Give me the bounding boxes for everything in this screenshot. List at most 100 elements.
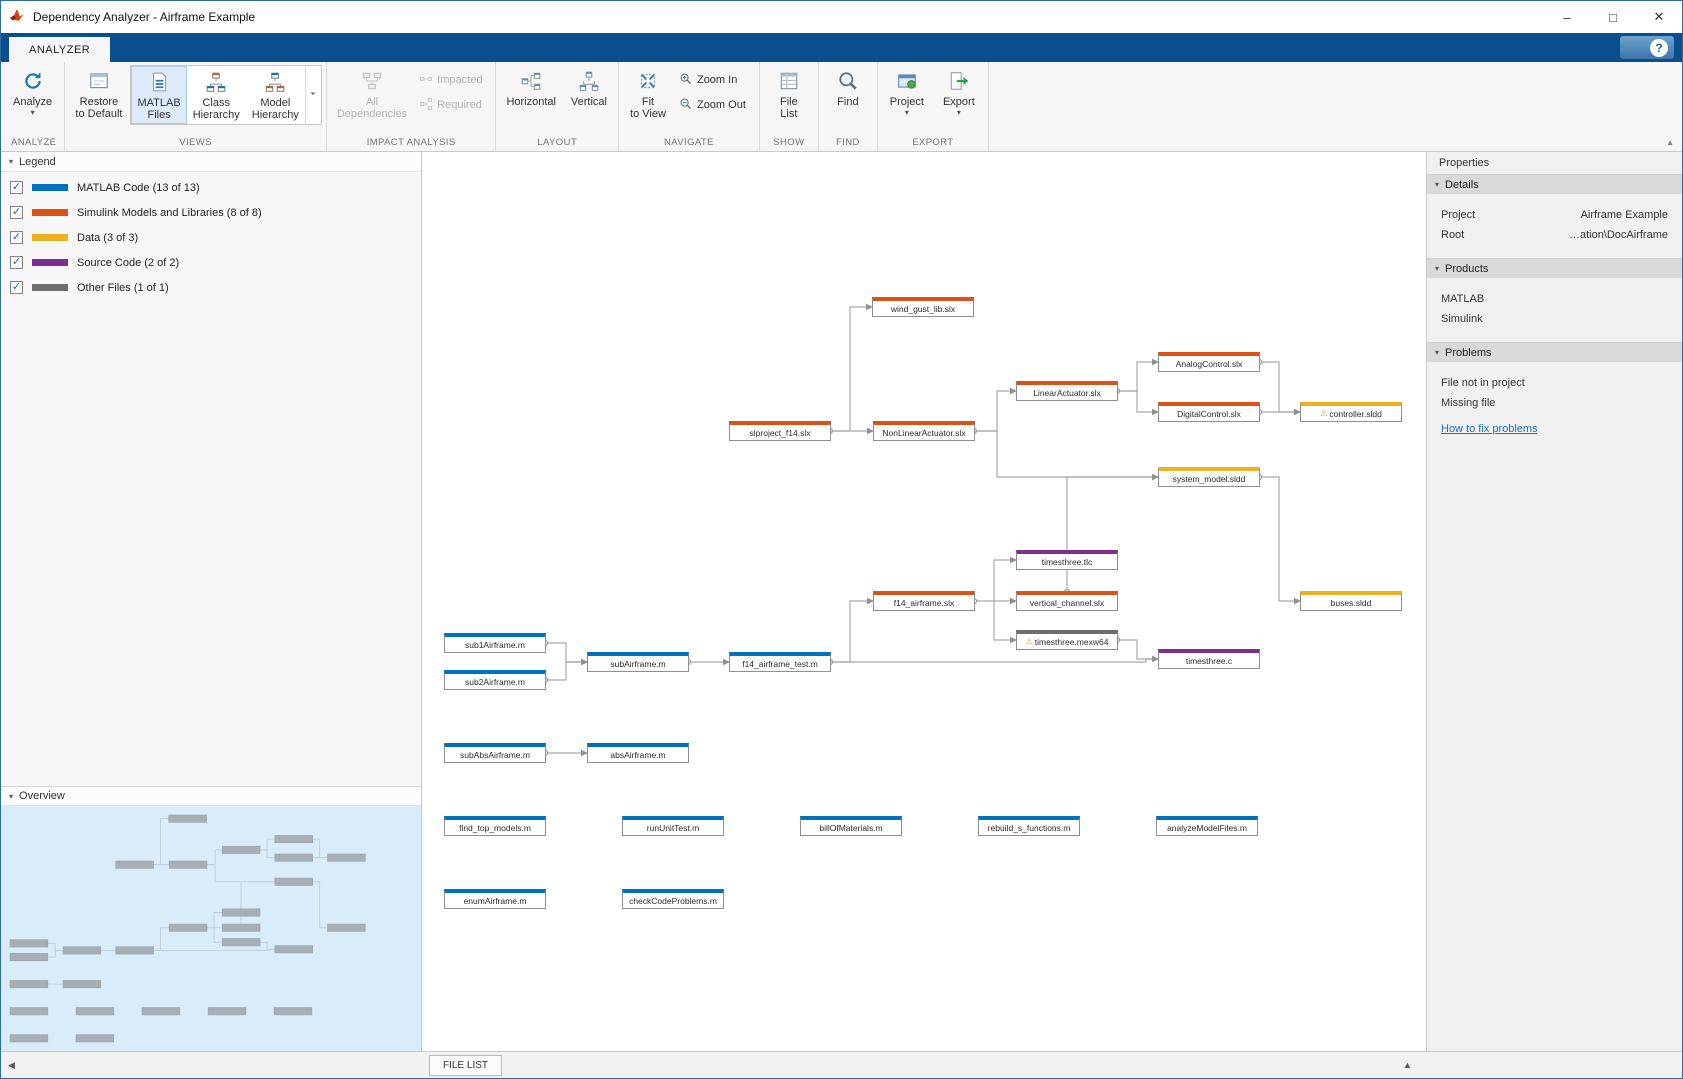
zoom-out-button[interactable]: Zoom Out <box>675 94 755 116</box>
minimize-button[interactable]: – <box>1544 1 1590 33</box>
required-label: Required <box>437 99 482 111</box>
graph-node-sub2airframe[interactable]: sub2Airframe.m <box>444 670 546 690</box>
graph-node-rebuild-s-functions[interactable]: rebuild_s_functions.m <box>978 816 1080 836</box>
graph-node-checkcodeproblems[interactable]: checkCodeProblems.m <box>622 889 724 909</box>
properties-section-header-products[interactable]: ▾Products <box>1427 258 1682 278</box>
model-hierarchy-button[interactable]: ModelHierarchy <box>246 66 305 124</box>
legend-item-simulink: ✓ Simulink Models and Libraries (8 of 8) <box>1 200 421 225</box>
help-band: ? <box>1620 36 1674 59</box>
overview-minimap[interactable] <box>1 806 421 1051</box>
checkbox-data[interactable]: ✓ <box>10 231 23 244</box>
graph-node-label: sub2Airframe.m <box>465 677 525 687</box>
project-button[interactable]: Project▾ <box>882 65 932 120</box>
horizontal-button[interactable]: Horizontal <box>500 65 562 111</box>
class-hierarchy-button[interactable]: ClassHierarchy <box>187 66 246 124</box>
required-icon <box>419 97 433 114</box>
chevron-down-icon: ▾ <box>905 109 909 117</box>
graph-node-subabsairframe[interactable]: subAbsAirframe.m <box>444 743 546 763</box>
toolbar-group-layout: HorizontalVertical LAYOUT <box>496 62 619 151</box>
fit-to-view-button[interactable]: Fitto View <box>623 65 673 123</box>
legend-item-matlab: ✓MATLAB Code (13 of 13) <box>1 175 421 200</box>
vertical-button[interactable]: Vertical <box>564 65 614 111</box>
graph-node-label: NonLinearActuator.slx <box>882 428 965 438</box>
graph-node-timesthree-mexw64[interactable]: ⚠timesthree.mexw64 <box>1016 630 1118 650</box>
properties-section-header-details[interactable]: ▾Details <box>1427 174 1682 194</box>
properties-item: MATLAB <box>1427 289 1682 309</box>
warning-icon: ⚠ <box>1320 410 1327 418</box>
graph-node-label: find_top_models.m <box>459 823 531 833</box>
toolbar-group-navigate: Fitto ViewZoom InZoom OutNAVIGATE <box>619 62 760 151</box>
properties-panel: Properties ▾DetailsProjectAirframe Examp… <box>1426 152 1682 1051</box>
graph-node-analog-control[interactable]: AnalogControl.slx <box>1158 352 1260 372</box>
property-row-root: Root…ation\DocAirframe <box>1427 225 1682 245</box>
toolbar-group-analyze: Analyze▾ANALYZE <box>3 62 65 151</box>
legend-label: Simulink Models and Libraries (8 of 8) <box>77 207 262 219</box>
impacted-icon <box>419 72 433 89</box>
class-hierarchy-icon <box>205 71 227 96</box>
scroll-left-icon[interactable]: ◀ <box>8 1060 15 1071</box>
graph-node-wind-gust-lib[interactable]: wind_gust_lib.slx <box>872 297 974 317</box>
checkbox-source[interactable]: ✓ <box>10 256 23 269</box>
toolbar-group-label-show: SHOW <box>764 135 814 151</box>
file-list-tab[interactable]: FILE LIST <box>429 1055 502 1076</box>
export-button[interactable]: Export▾ <box>934 65 984 120</box>
properties-section-header-problems[interactable]: ▾Problems <box>1427 342 1682 362</box>
overview-header[interactable]: ▾ Overview <box>1 786 421 806</box>
views-gallery-button[interactable] <box>305 66 321 124</box>
matlab-files-button[interactable]: MATLABFiles <box>131 66 186 124</box>
restore-to-default-label: Restoreto Default <box>75 96 122 120</box>
legend-color-swatch <box>32 184 68 191</box>
graph-node-f14-airframe[interactable]: f14_airframe.slx <box>873 591 975 611</box>
graph-node-analyzemodelfiles[interactable]: analyzeModelFiles.m <box>1156 816 1258 836</box>
bottom-collapse-icon[interactable]: ▲ <box>1403 1060 1412 1070</box>
graph-node-rununittest[interactable]: runUnitTest.m <box>622 816 724 836</box>
checkbox-matlab[interactable]: ✓ <box>10 181 23 194</box>
how-to-fix-problems-link[interactable]: How to fix problems <box>1427 413 1682 437</box>
zoom-in-icon <box>679 72 693 89</box>
maximize-button[interactable]: □ <box>1590 1 1636 33</box>
toolbar-group-label-layout: LAYOUT <box>500 135 614 151</box>
graph-node-linear-actuator[interactable]: LinearActuator.slx <box>1016 381 1118 401</box>
class-hierarchy-label: ClassHierarchy <box>193 97 240 121</box>
restore-to-default-button[interactable]: Restoreto Default <box>69 65 128 123</box>
properties-sections: ▾DetailsProjectAirframe ExampleRoot…atio… <box>1427 174 1682 450</box>
graph-node-subairframe[interactable]: subAirframe.m <box>587 652 689 672</box>
graph-node-nonlinear-actuator[interactable]: NonLinearActuator.slx <box>873 421 975 441</box>
graph-node-system-model-sldd[interactable]: system_model.sldd <box>1158 467 1260 487</box>
graph-node-vertical-channel[interactable]: vertical_channel.slx <box>1016 591 1118 611</box>
find-button[interactable]: Find <box>823 65 873 111</box>
graph-node-enumairframe[interactable]: enumAirframe.m <box>444 889 546 909</box>
zoom-in-button[interactable]: Zoom In <box>675 69 755 91</box>
section-title: Products <box>1445 263 1488 275</box>
graph-node-f14-airframe-test[interactable]: f14_airframe_test.m <box>729 652 831 672</box>
checkbox-other[interactable]: ✓ <box>10 281 23 294</box>
tab-analyzer[interactable]: ANALYZER <box>9 37 110 62</box>
collapse-triangle-icon: ▾ <box>9 157 13 166</box>
graph-node-digital-control[interactable]: DigitalControl.slx <box>1158 402 1260 422</box>
analyze-button[interactable]: Analyze▾ <box>7 65 58 120</box>
graph-node-find-top-models[interactable]: find_top_models.m <box>444 816 546 836</box>
graph-node-absairframe[interactable]: absAirframe.m <box>587 743 689 763</box>
export-label: Export <box>943 96 975 108</box>
file-list-button[interactable]: FileList <box>764 65 814 123</box>
graph-node-label: subAirframe.m <box>610 659 665 669</box>
graph-node-label: rebuild_s_functions.m <box>988 823 1071 833</box>
model-hierarchy-icon <box>264 71 286 96</box>
graph-node-controller-sldd[interactable]: ⚠controller.sldd <box>1300 402 1402 422</box>
checkbox-simulink[interactable]: ✓ <box>10 206 23 219</box>
legend-header[interactable]: ▾ Legend <box>1 152 421 172</box>
properties-item: Missing file <box>1427 393 1682 413</box>
graph-node-timesthree-c[interactable]: timesthree.c <box>1158 649 1260 669</box>
help-button[interactable]: ? <box>1650 39 1668 57</box>
legend-label: Data (3 of 3) <box>77 232 138 244</box>
graph-node-buses-sldd[interactable]: buses.sldd <box>1300 591 1402 611</box>
graph-node-billofmaterials[interactable]: billOfMaterials.m <box>800 816 902 836</box>
toolbar-group-find: FindFIND <box>819 62 878 151</box>
graph-node-slproject-f14[interactable]: slproject_f14.slx <box>729 421 831 441</box>
graph-node-label: subAbsAirframe.m <box>460 750 530 760</box>
close-button[interactable]: ✕ <box>1636 1 1682 33</box>
graph-node-sub1airframe[interactable]: sub1Airframe.m <box>444 633 546 653</box>
graph-node-timesthree-tlc[interactable]: timesthree.tlc <box>1016 550 1118 570</box>
dependency-graph-canvas[interactable]: wind_gust_lib.slx slproject_f14.slx NonLin… <box>422 152 1426 1051</box>
toolstrip-collapse-icon[interactable]: ▲ <box>1666 138 1674 147</box>
